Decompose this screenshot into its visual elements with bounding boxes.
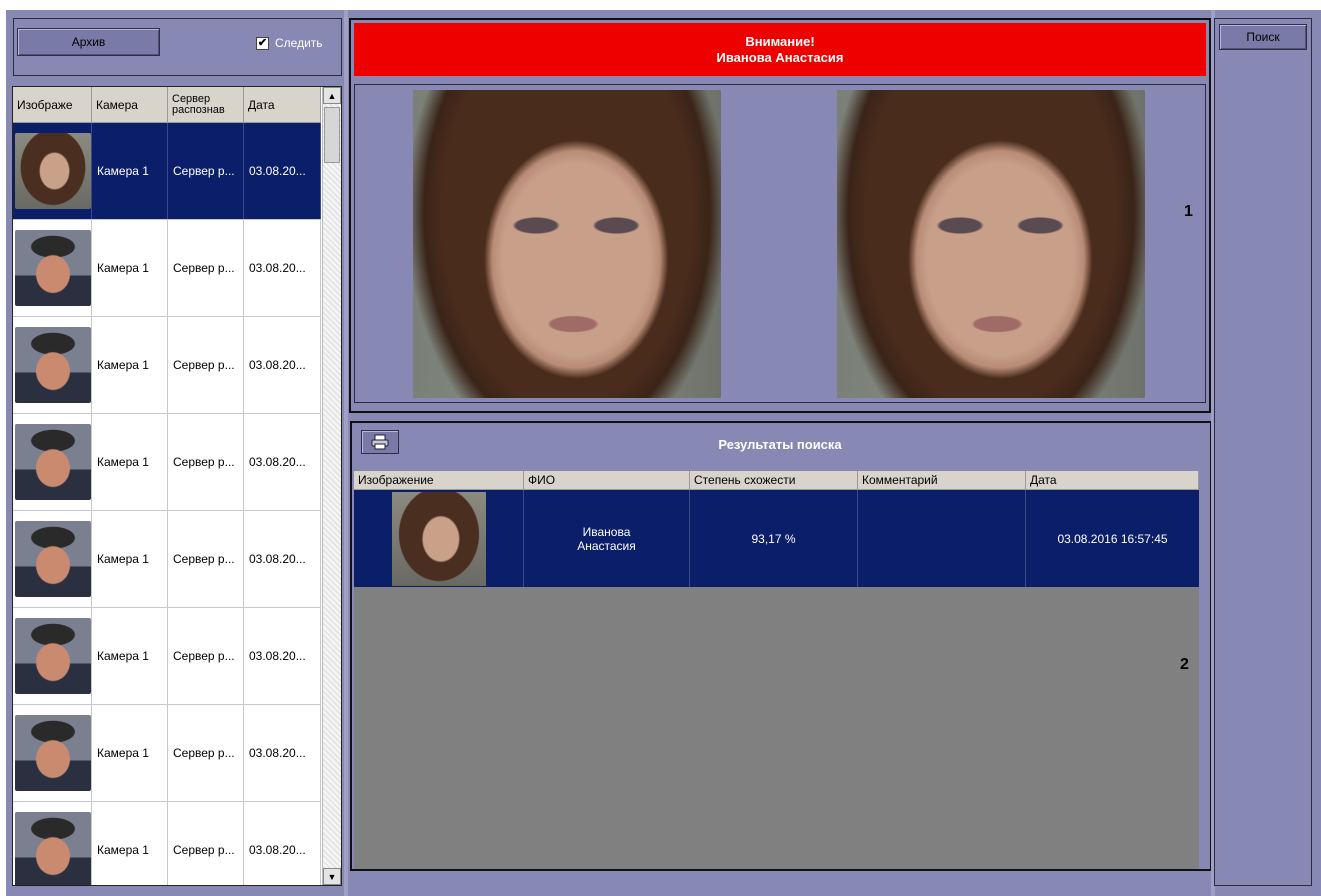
alert-banner: Внимание! Иванова Анастасия (354, 23, 1206, 76)
follow-label: Следить (275, 36, 323, 50)
face-thumbnail (15, 327, 91, 403)
event-row[interactable]: Камера 1 Сервер р... 03.08.20... (13, 414, 321, 511)
event-row[interactable]: Камера 1 Сервер р... 03.08.20... (13, 511, 321, 608)
event-date: 03.08.20... (244, 705, 321, 801)
marker-1: 1 (1184, 203, 1193, 220)
alert-title: Внимание! (745, 33, 815, 49)
event-server: Сервер р... (168, 123, 244, 219)
face-thumbnail (15, 133, 91, 209)
event-image-cell (13, 802, 92, 885)
event-camera: Камера 1 (92, 317, 168, 413)
follow-toggle[interactable]: ✔ Следить (256, 35, 323, 51)
event-camera: Камера 1 (92, 511, 168, 607)
event-date: 03.08.20... (244, 608, 321, 704)
face-thumbnail (15, 230, 91, 306)
event-camera: Камера 1 (92, 608, 168, 704)
column-image[interactable]: Изображение (354, 471, 524, 490)
event-date: 03.08.20... (244, 802, 321, 885)
column-date[interactable]: Дата (244, 87, 321, 123)
event-server: Сервер р... (168, 414, 244, 510)
splitter-left[interactable] (344, 10, 348, 896)
column-image[interactable]: Изображе (13, 87, 92, 123)
search-results-grid: Изображение ФИО Степень схожести Коммент… (354, 471, 1199, 869)
marker-2: 2 (1180, 656, 1189, 673)
result-face-thumbnail (391, 491, 486, 586)
column-fio[interactable]: ФИО (524, 471, 690, 490)
event-row[interactable]: Камера 1 Сервер р... 03.08.20... (13, 317, 321, 414)
captured-face-image (413, 90, 721, 398)
event-row[interactable]: Камера 1 Сервер р... 03.08.20... (13, 705, 321, 802)
event-list-scrollbar[interactable]: ▲ ▼ (322, 87, 341, 885)
event-row[interactable]: Камера 1 Сервер р... 03.08.20... (13, 220, 321, 317)
face-thumbnail (15, 521, 91, 597)
event-image-cell (13, 608, 92, 704)
event-camera: Камера 1 (92, 802, 168, 885)
event-row[interactable]: Камера 1 Сервер р... 03.08.20... (13, 802, 321, 885)
event-server: Сервер р... (168, 511, 244, 607)
result-row[interactable]: Иванова Анастасия 93,17 % 03.08.2016 16:… (354, 490, 1199, 587)
column-similarity[interactable]: Степень схожести (690, 471, 858, 490)
search-panel (1214, 18, 1312, 886)
event-date: 03.08.20... (244, 220, 321, 316)
event-list-header: Изображе Камера Сервер распознав Дата (13, 87, 321, 123)
column-camera[interactable]: Камера (92, 87, 168, 123)
event-image-cell (13, 317, 92, 413)
result-date: 03.08.2016 16:57:45 (1057, 531, 1168, 546)
event-server: Сервер р... (168, 802, 244, 885)
event-camera: Камера 1 (92, 414, 168, 510)
event-image-cell (13, 414, 92, 510)
event-image-cell (13, 705, 92, 801)
face-thumbnail (15, 618, 91, 694)
event-date: 03.08.20... (244, 317, 321, 413)
event-row[interactable]: Камера 1 Сервер р... 03.08.20... (13, 123, 321, 220)
event-server: Сервер р... (168, 608, 244, 704)
event-date: 03.08.20... (244, 123, 321, 219)
follow-checkbox[interactable]: ✔ (256, 36, 269, 50)
event-row[interactable]: Камера 1 Сервер р... 03.08.20... (13, 608, 321, 705)
event-server: Сервер р... (168, 317, 244, 413)
search-results-header: Изображение ФИО Степень схожести Коммент… (354, 471, 1199, 490)
search-button[interactable]: Поиск (1219, 24, 1307, 50)
scroll-down-icon[interactable]: ▼ (323, 868, 341, 885)
printer-icon (371, 434, 389, 450)
result-similarity: 93,17 % (690, 490, 858, 587)
column-server[interactable]: Сервер распознав (168, 87, 244, 123)
face-thumbnail (15, 715, 91, 791)
column-comment[interactable]: Комментарий (858, 471, 1026, 490)
search-results-title: Результаты поиска (718, 436, 842, 452)
column-date[interactable]: Дата (1026, 471, 1199, 490)
archive-button[interactable]: Архив (17, 28, 160, 56)
event-image-cell (13, 511, 92, 607)
event-date: 03.08.20... (244, 414, 321, 510)
event-camera: Камера 1 (92, 705, 168, 801)
scroll-up-icon[interactable]: ▲ (323, 87, 341, 104)
event-date: 03.08.20... (244, 511, 321, 607)
alert-person-name: Иванова Анастасия (716, 49, 844, 65)
result-fio: Иванова Анастасия (524, 490, 690, 587)
event-camera: Камера 1 (92, 220, 168, 316)
result-comment (858, 490, 1026, 587)
result-image-cell (354, 490, 524, 587)
event-server: Сервер р... (168, 220, 244, 316)
print-button[interactable] (361, 430, 399, 454)
face-thumbnail (15, 424, 91, 500)
reference-face-image (837, 90, 1145, 398)
scroll-thumb[interactable] (324, 107, 340, 163)
event-list: Изображе Камера Сервер распознав Дата Ка… (12, 86, 342, 886)
face-thumbnail (15, 812, 91, 885)
event-camera: Камера 1 (92, 123, 168, 219)
event-list-rows: Камера 1 Сервер р... 03.08.20... Камера 1 Се… (13, 123, 321, 885)
event-image-cell (13, 220, 92, 316)
event-server: Сервер р... (168, 705, 244, 801)
event-image-cell (13, 123, 92, 219)
